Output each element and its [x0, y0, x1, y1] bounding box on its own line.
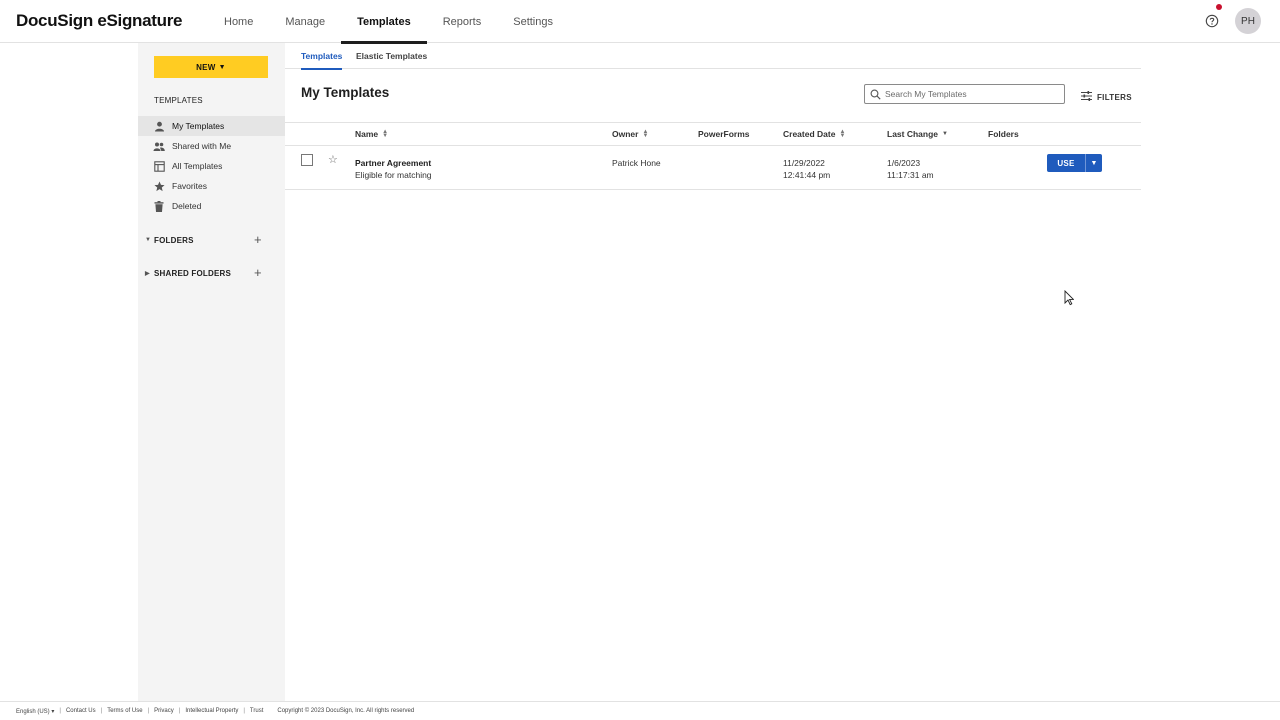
column-label: Owner	[612, 129, 639, 139]
notification-dot	[1216, 4, 1222, 10]
search-input[interactable]	[885, 89, 1055, 99]
shared-folders-section[interactable]: ▶ SHARED FOLDERS +	[138, 265, 285, 281]
app-logo[interactable]: DocuSign eSignature	[16, 11, 183, 31]
subtabs: Templates Elastic Templates	[285, 43, 1141, 70]
trash-icon	[153, 200, 165, 212]
filter-icon	[1081, 91, 1092, 103]
template-icon	[153, 160, 165, 172]
footer-link-trust[interactable]: Trust	[250, 708, 263, 714]
footer-link-terms[interactable]: Terms of Use	[107, 708, 142, 714]
template-subtitle: Eligible for matching	[355, 170, 432, 180]
last-change-date: 1/6/2023	[887, 158, 921, 168]
divider: |	[147, 708, 150, 714]
filters-button[interactable]: FILTERS	[1081, 91, 1132, 103]
language-label: English (US)	[16, 708, 50, 715]
star-icon	[153, 180, 165, 192]
divider: |	[243, 708, 245, 714]
template-owner: Patrick Hone	[612, 158, 661, 168]
table-header: Name ▲ ▼ Owner ▲ ▼ PowerForms Created Date…	[285, 122, 1141, 146]
caret-down-icon: ▼	[1090, 159, 1098, 167]
sidebar-item-label: My Templates	[172, 121, 225, 131]
column-last-change[interactable]: Last Change ▼	[887, 123, 948, 145]
sidebar-item-label: Shared with Me	[172, 141, 232, 151]
new-button[interactable]: NEW ▼	[154, 56, 268, 78]
sidebar-heading: TEMPLATES	[154, 96, 203, 105]
folders-label: FOLDERS	[154, 235, 194, 245]
help-icon[interactable]	[1205, 14, 1219, 28]
sidebar-item-shared-with-me[interactable]: Shared with Me	[138, 136, 285, 156]
person-icon	[153, 120, 165, 132]
nav-templates[interactable]: Templates	[341, 0, 427, 44]
add-folder-icon[interactable]: +	[254, 232, 262, 248]
column-created-date[interactable]: Created Date ▲ ▼	[783, 123, 845, 145]
folders-section[interactable]: ▼ FOLDERS +	[138, 232, 285, 248]
divider: |	[100, 708, 103, 714]
footer-link-contact[interactable]: Contact Us	[66, 708, 96, 714]
column-name[interactable]: Name ▲ ▼	[355, 123, 388, 145]
main-nav: Home Manage Templates Reports Settings	[208, 0, 569, 44]
sidebar-item-favorites[interactable]: Favorites	[138, 176, 285, 196]
sort-icon: ▲ ▼	[382, 129, 389, 139]
sort-icon: ▲ ▼	[839, 129, 846, 139]
nav-reports[interactable]: Reports	[427, 0, 498, 43]
footer: English (US) ▾ | Contact Us | Terms of U…	[0, 701, 1280, 720]
sidebar-item-label: Favorites	[172, 181, 207, 191]
top-bar: DocuSign eSignature Home Manage Template…	[0, 0, 1280, 44]
filters-label: FILTERS	[1097, 92, 1132, 102]
sidebar-item-label: All Templates	[172, 161, 223, 171]
new-button-label: NEW	[196, 62, 216, 72]
created-date: 11/29/2022	[783, 158, 825, 168]
sidebar-list: My Templates Shared with Me All Template…	[138, 116, 285, 216]
use-dropdown-button[interactable]: ▼	[1085, 154, 1102, 172]
column-folders: Folders	[988, 123, 1019, 145]
nav-settings[interactable]: Settings	[497, 0, 569, 43]
column-powerforms: PowerForms	[698, 123, 750, 145]
use-button-group: USE ▼	[1047, 154, 1102, 172]
tab-elastic-templates[interactable]: Elastic Templates	[356, 43, 427, 69]
sidebar-item-deleted[interactable]: Deleted	[138, 196, 285, 216]
column-label: Folders	[988, 129, 1019, 139]
tab-templates[interactable]: Templates	[301, 43, 343, 70]
footer-link-ip[interactable]: Intellectual Property	[185, 708, 238, 714]
column-label: Name	[355, 129, 379, 139]
mouse-cursor-icon	[1064, 290, 1074, 306]
sort-icon: ▲ ▼	[642, 129, 649, 139]
row-checkbox[interactable]	[301, 154, 313, 166]
column-label: Last Change	[887, 129, 939, 139]
nav-manage[interactable]: Manage	[269, 0, 341, 43]
table-row[interactable]: ☆ Partner Agreement Eligible for matchin…	[285, 146, 1141, 190]
last-change-time: 11:17:31 am	[887, 170, 934, 180]
people-icon	[153, 140, 165, 152]
sort-down-icon: ▼	[942, 131, 948, 137]
sidebar-item-label: Deleted	[172, 201, 202, 211]
search-icon	[865, 89, 885, 100]
copyright-text: Copyright © 2023 DocuSign, Inc. All righ…	[277, 708, 415, 714]
page-title: My Templates	[301, 85, 390, 100]
nav-home[interactable]: Home	[208, 0, 269, 43]
template-name[interactable]: Partner Agreement	[355, 157, 431, 169]
search-box[interactable]	[864, 84, 1065, 104]
triangle-down-icon: ▼	[145, 237, 152, 243]
use-button[interactable]: USE	[1047, 154, 1085, 172]
favorite-star-icon[interactable]: ☆	[328, 153, 338, 166]
sidebar-item-all-templates[interactable]: All Templates	[138, 156, 285, 176]
triangle-right-icon: ▶	[145, 270, 150, 277]
shared-folders-label: SHARED FOLDERS	[154, 268, 232, 278]
divider: |	[178, 708, 181, 714]
caret-down-icon: ▼	[218, 63, 226, 71]
divider: |	[59, 708, 61, 714]
created-time: 12:41:44 pm	[783, 170, 831, 180]
language-selector[interactable]: English (US) ▾	[16, 708, 54, 715]
footer-link-privacy[interactable]: Privacy	[154, 708, 174, 714]
column-owner[interactable]: Owner ▲ ▼	[612, 123, 648, 145]
sidebar-item-my-templates[interactable]: My Templates	[138, 116, 285, 136]
sidebar: NEW ▼ TEMPLATES My Templates Shared with…	[138, 43, 285, 701]
avatar[interactable]: PH	[1235, 8, 1261, 34]
add-shared-folder-icon[interactable]: +	[254, 265, 262, 281]
caret-down-icon: ▾	[51, 708, 55, 715]
column-label: Created Date	[783, 129, 836, 139]
column-label: PowerForms	[698, 129, 750, 139]
